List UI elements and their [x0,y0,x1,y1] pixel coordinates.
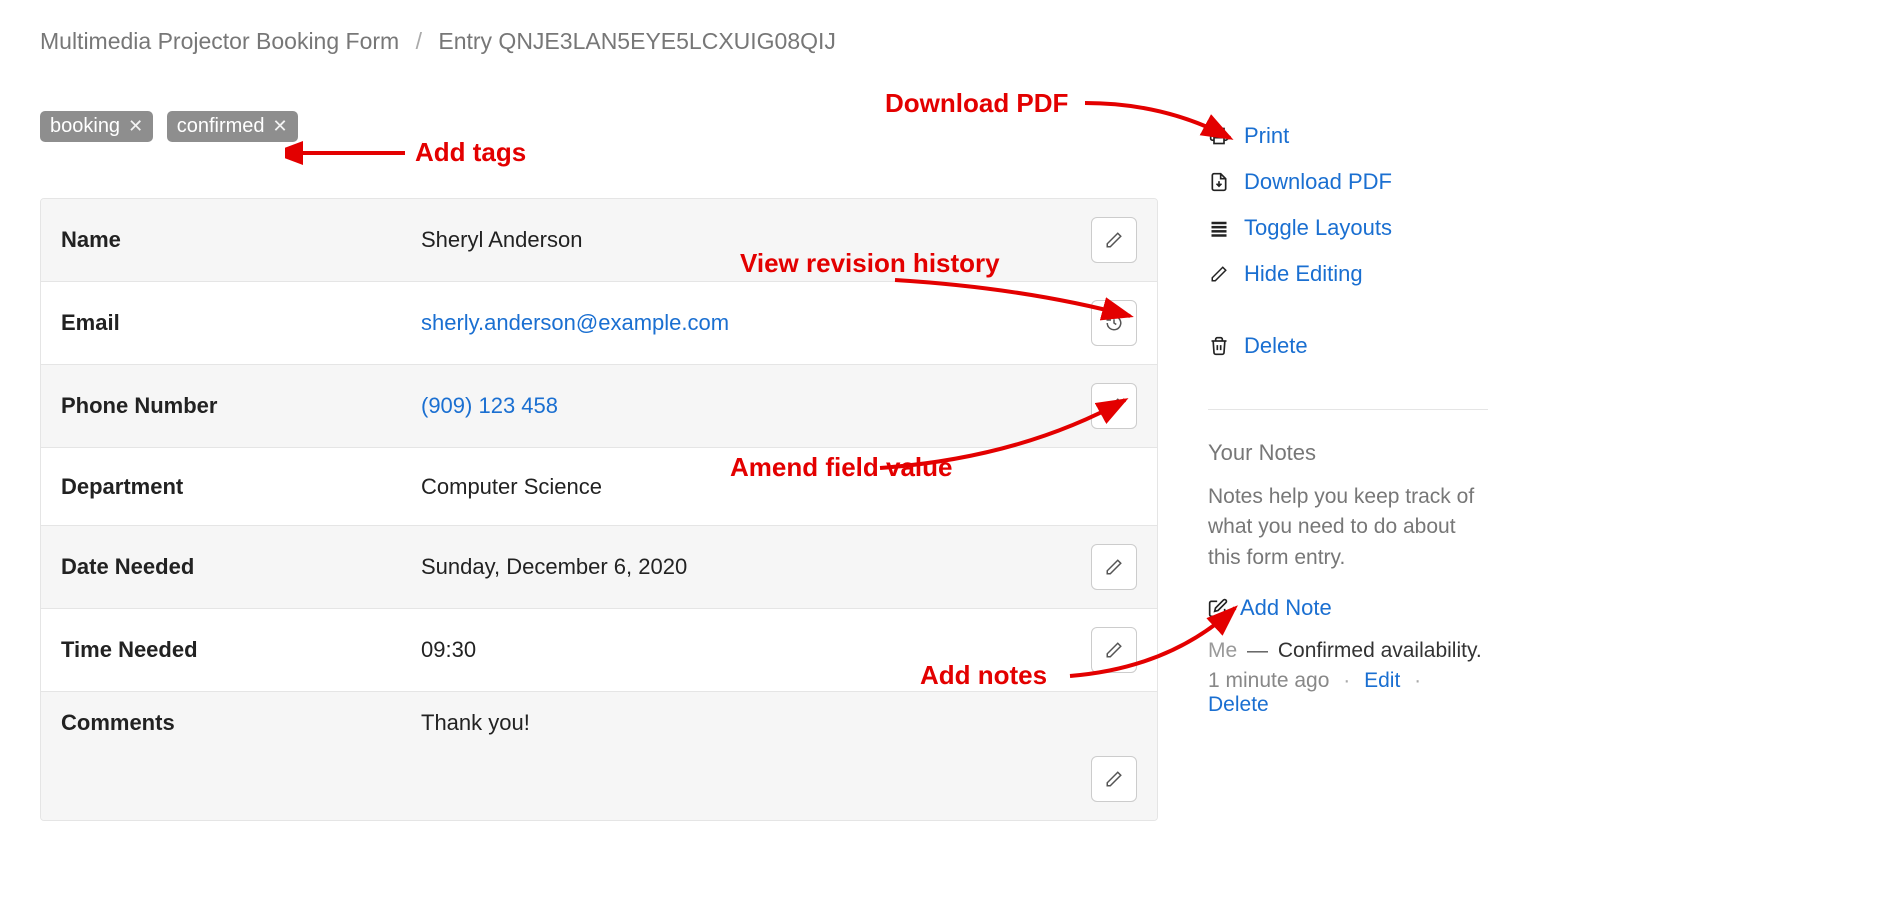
close-icon[interactable]: ✕ [128,116,143,137]
action-label: Toggle Layouts [1244,215,1392,241]
field-value: sherly.anderson@example.com [421,310,1091,336]
tag-booking[interactable]: booking ✕ [40,111,153,142]
field-value: Computer Science [421,474,1137,500]
edit-button[interactable] [1091,544,1137,590]
pdf-icon [1208,172,1230,192]
edit-button[interactable] [1091,627,1137,673]
edit-note-icon [1208,598,1228,618]
download-pdf-link[interactable]: Download PDF [1208,159,1488,205]
main-column: booking ✕ confirmed ✕ Name Sheryl Anders… [40,111,1158,821]
field-label: Department [61,474,421,500]
field-label: Email [61,310,421,336]
edit-button[interactable] [1091,756,1137,802]
tag-label: booking [50,115,120,138]
note-time: 1 minute ago [1208,669,1329,692]
phone-link[interactable]: (909) 123 458 [421,393,558,418]
notes-title: Your Notes [1208,440,1488,466]
note-author: Me [1208,639,1237,662]
notes-help: Notes help you keep track of what you ne… [1208,482,1488,573]
history-button[interactable] [1091,300,1137,346]
table-row: Comments Thank you! [41,691,1157,820]
table-row: Name Sheryl Anderson [41,199,1157,281]
edit-button[interactable] [1091,217,1137,263]
action-label: Download PDF [1244,169,1392,195]
layout-icon [1208,218,1230,238]
note-edit-link[interactable]: Edit [1364,669,1400,692]
notes-section: Your Notes Notes help you keep track of … [1208,440,1488,717]
pencil-icon [1208,265,1230,283]
print-icon [1208,126,1230,146]
breadcrumb: Multimedia Projector Booking Form / Entr… [40,28,1488,55]
pencil-icon [1105,397,1123,415]
field-value: Thank you! [421,710,1137,736]
sidebar-actions: Print Download PDF Toggle Layouts [1208,113,1488,369]
sidebar-divider [1208,409,1488,410]
breadcrumb-current: Entry QNJE3LAN5EYE5LCXUIG08QIJ [438,28,836,54]
breadcrumb-sep: / [416,28,422,54]
entry-table: Name Sheryl Anderson Email sherly.anders… [40,198,1158,821]
close-icon[interactable]: ✕ [273,116,288,137]
field-label: Date Needed [61,554,421,580]
table-row: Department Computer Science [41,447,1157,525]
action-label: Hide Editing [1244,261,1363,287]
note-text: Confirmed availability. [1278,639,1482,662]
field-value: Sunday, December 6, 2020 [421,554,1091,580]
pencil-icon [1105,231,1123,249]
delete-link[interactable]: Delete [1208,323,1488,369]
edit-button[interactable] [1091,383,1137,429]
add-note-label: Add Note [1240,595,1332,621]
add-note-link[interactable]: Add Note [1208,595,1488,621]
field-label: Time Needed [61,637,421,663]
page-container: Multimedia Projector Booking Form / Entr… [40,28,1488,821]
note-entry: Me — Confirmed availability. [1208,639,1488,663]
pencil-icon [1105,558,1123,576]
field-value: (909) 123 458 [421,393,1091,419]
pencil-icon [1105,770,1123,788]
field-value: Sheryl Anderson [421,227,1091,253]
note-dash: — [1247,639,1268,662]
field-label: Name [61,227,421,253]
hide-editing-link[interactable]: Hide Editing [1208,251,1488,297]
action-label: Delete [1244,333,1308,359]
pencil-icon [1105,641,1123,659]
field-label: Phone Number [61,393,421,419]
trash-icon [1208,336,1230,356]
email-link[interactable]: sherly.anderson@example.com [421,310,729,335]
table-row: Date Needed Sunday, December 6, 2020 [41,525,1157,608]
note-delete-link[interactable]: Delete [1208,693,1269,716]
note-meta: 1 minute ago · Edit · Delete [1208,669,1488,717]
history-icon [1105,314,1123,332]
tags-row: booking ✕ confirmed ✕ [40,111,1158,142]
action-label: Print [1244,123,1289,149]
tag-confirmed[interactable]: confirmed ✕ [167,111,298,142]
table-row: Phone Number (909) 123 458 [41,364,1157,447]
toggle-layouts-link[interactable]: Toggle Layouts [1208,205,1488,251]
table-row: Email sherly.anderson@example.com [41,281,1157,364]
field-label: Comments [61,710,421,736]
breadcrumb-parent[interactable]: Multimedia Projector Booking Form [40,28,399,54]
tag-label: confirmed [177,115,265,138]
field-value: 09:30 [421,637,1091,663]
table-row: Time Needed 09:30 [41,608,1157,691]
sidebar: Print Download PDF Toggle Layouts [1208,111,1488,717]
print-link[interactable]: Print [1208,113,1488,159]
